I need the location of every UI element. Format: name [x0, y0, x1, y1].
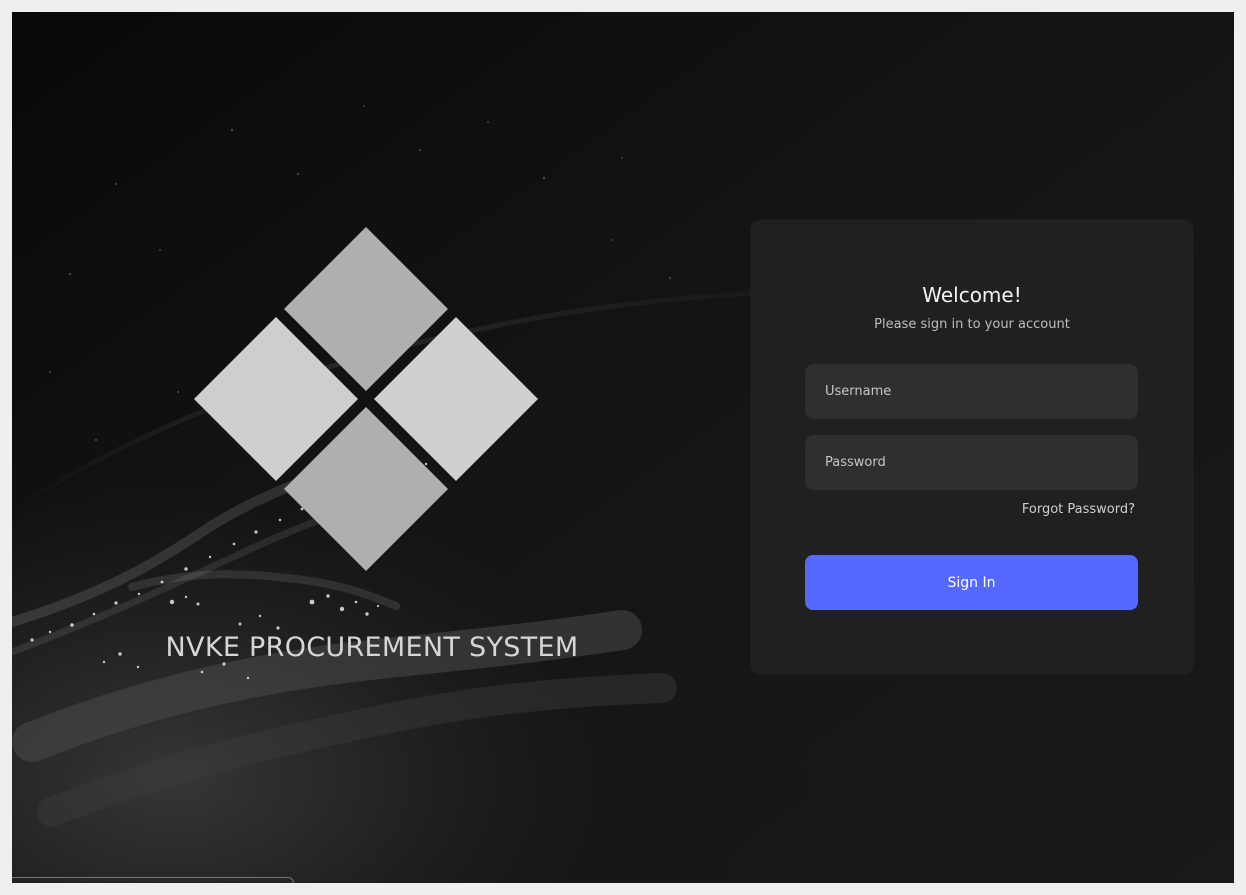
login-screen: NVKE PROCUREMENT SYSTEM Welcome! Please … — [12, 12, 1234, 883]
login-card: Welcome! Please sign in to your account … — [751, 220, 1193, 674]
diamond-grid-logo-icon — [194, 227, 538, 571]
sign-in-button[interactable]: Sign In — [805, 555, 1138, 610]
welcome-subtitle: Please sign in to your account — [874, 317, 1070, 332]
welcome-title: Welcome! — [922, 283, 1022, 307]
hero-panel: NVKE PROCUREMENT SYSTEM — [12, 12, 732, 883]
brand-title: NVKE PROCUREMENT SYSTEM — [165, 632, 579, 663]
forgot-password-link[interactable]: Forgot Password? — [1022, 502, 1135, 517]
username-input[interactable] — [805, 364, 1138, 419]
bottom-edge-tab — [12, 877, 294, 883]
password-input[interactable] — [805, 435, 1138, 490]
